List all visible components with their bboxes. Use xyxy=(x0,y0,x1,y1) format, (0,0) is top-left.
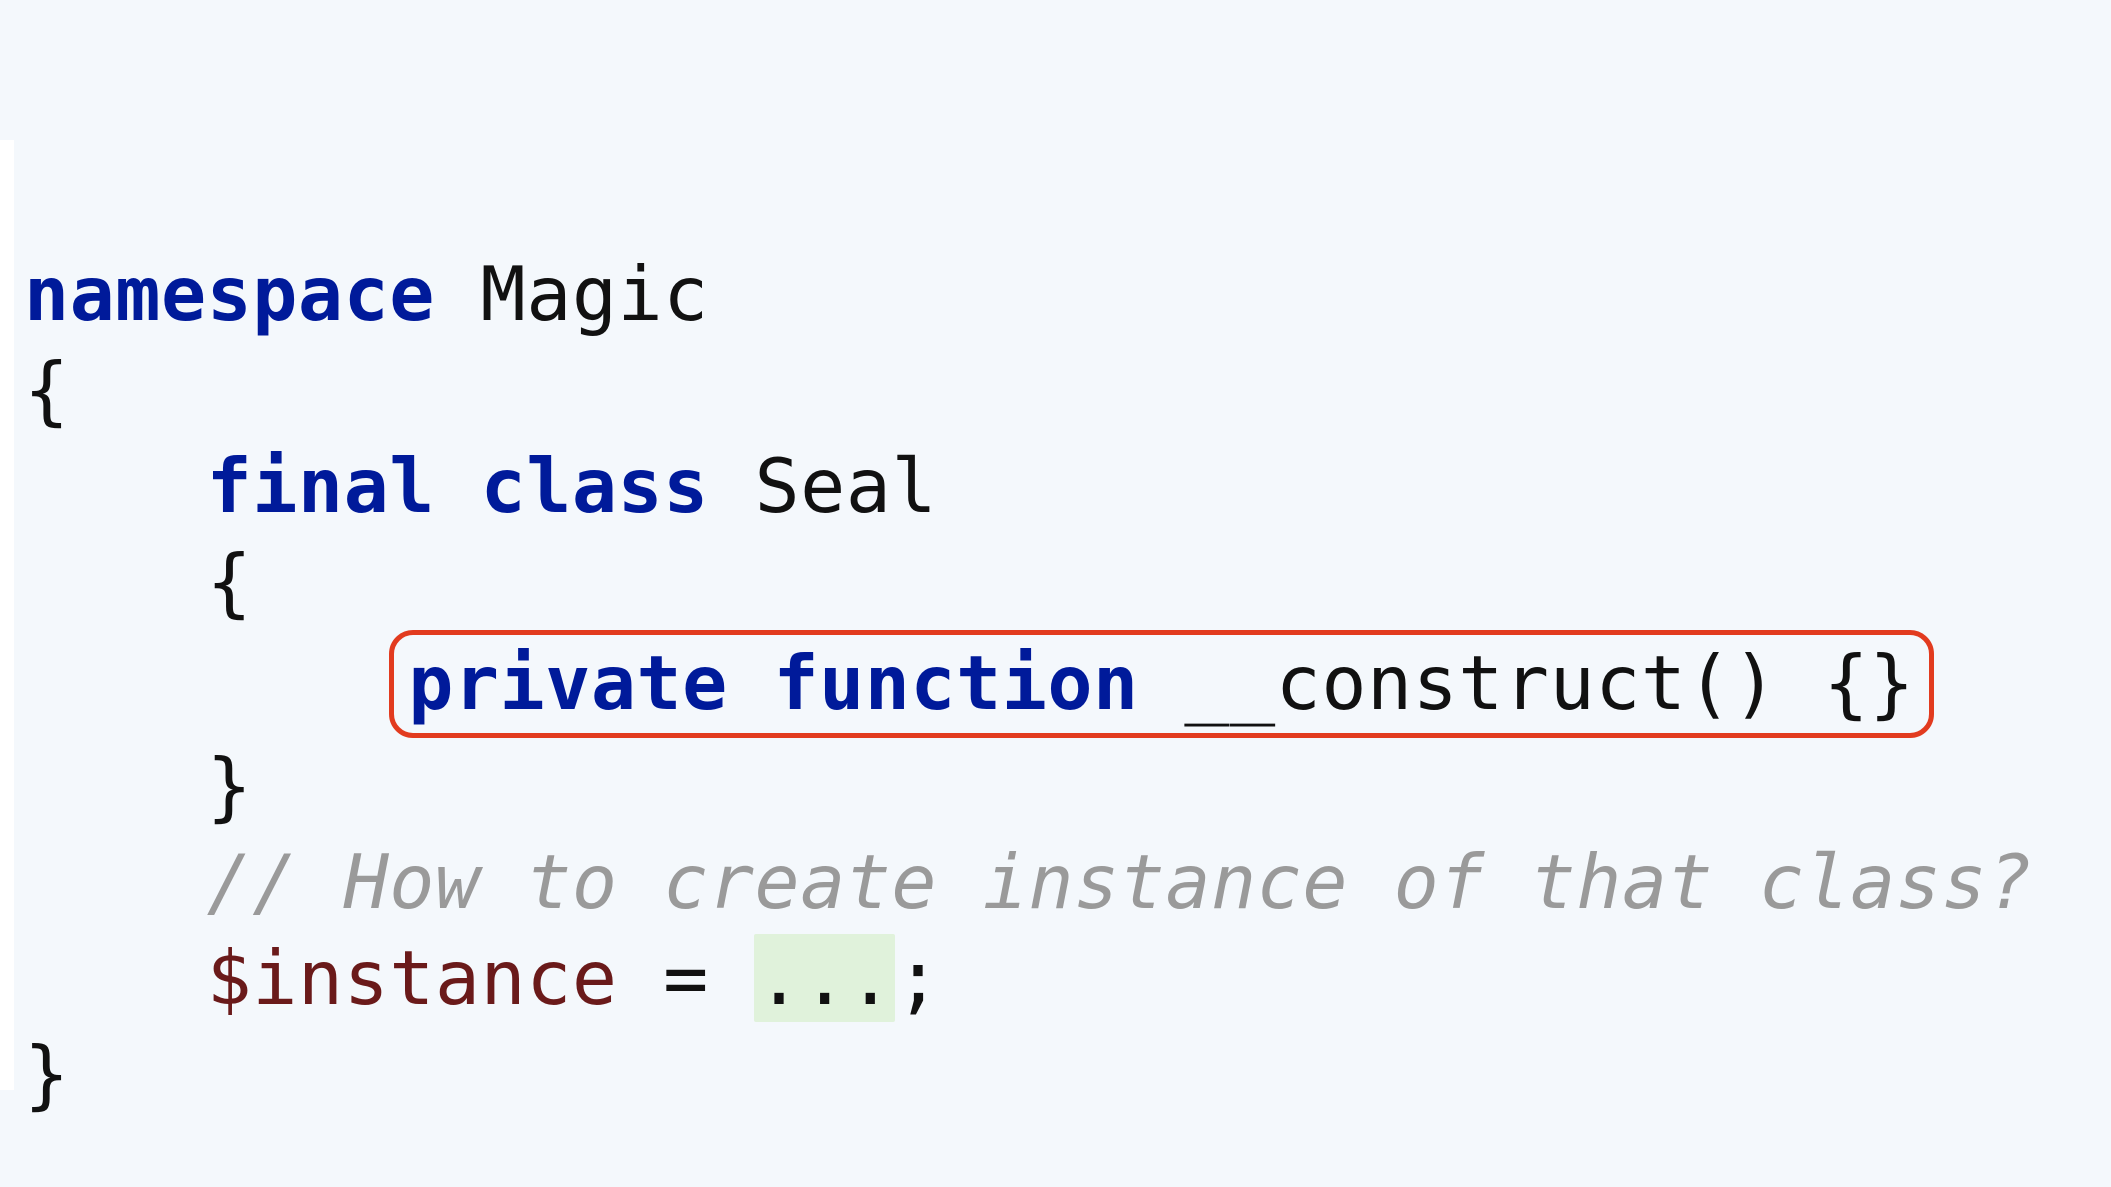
line-1: namespace Magic xyxy=(24,250,709,338)
highlighted-constructor: private function __construct() {} xyxy=(389,630,1934,738)
keyword-class: class xyxy=(481,442,709,530)
method-name: __construct() xyxy=(1184,639,1778,727)
comment-line: // How to create instance of that class? xyxy=(207,838,2033,926)
keyword-function: function xyxy=(773,639,1138,727)
line-9-brace-close: } xyxy=(24,1030,70,1118)
ellipsis-placeholder: ... xyxy=(754,934,895,1022)
code-block: namespace Magic { final class Seal { pri… xyxy=(24,150,2033,1187)
line-7: // How to create instance of that class? xyxy=(24,838,2033,926)
keyword-namespace: namespace xyxy=(24,250,435,338)
class-name: Seal xyxy=(755,442,938,530)
line-3: final class Seal xyxy=(24,442,937,530)
equals: = xyxy=(618,934,755,1022)
method-body: {} xyxy=(1824,639,1915,727)
line-5: private function __construct() {} xyxy=(24,639,1934,727)
code-slide: namespace Magic { final class Seal { pri… xyxy=(0,0,2111,1187)
class-brace-close: } xyxy=(207,742,253,830)
namespace-name: Magic xyxy=(481,250,709,338)
keyword-private: private xyxy=(408,639,728,727)
line-2-brace-open: { xyxy=(24,346,70,434)
gutter-strip xyxy=(0,140,14,1090)
class-brace-open: { xyxy=(207,538,253,626)
line-4: { xyxy=(24,538,252,626)
variable-instance: $instance xyxy=(207,934,618,1022)
keyword-final: final xyxy=(207,442,435,530)
semicolon: ; xyxy=(895,934,941,1022)
line-8: $instance = ...; xyxy=(24,934,941,1022)
line-6: } xyxy=(24,742,252,830)
